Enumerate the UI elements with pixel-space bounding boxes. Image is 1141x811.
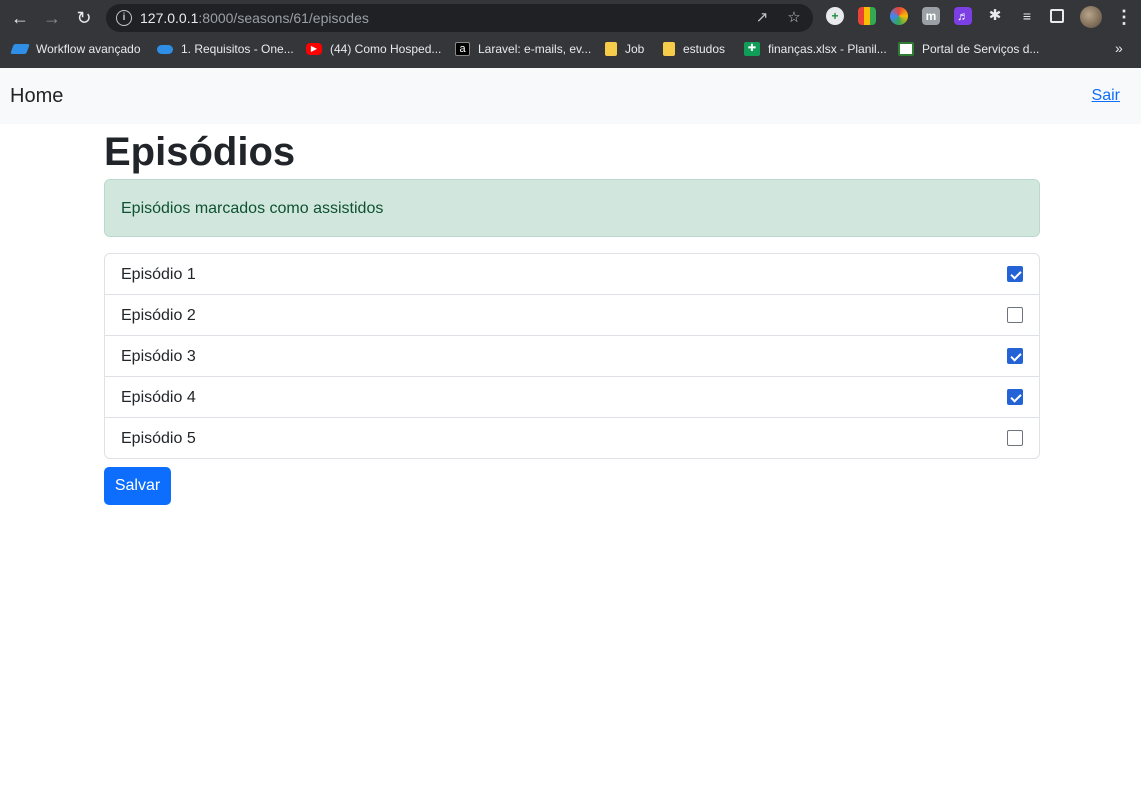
bookmark-favicon-icon bbox=[10, 44, 30, 54]
url-host: 127.0.0.1 bbox=[140, 10, 199, 26]
calendar-extension-icon[interactable] bbox=[858, 7, 876, 25]
navbar: Home Sair bbox=[0, 68, 1141, 124]
episode-label: Episódio 2 bbox=[121, 307, 196, 324]
onedrive-icon bbox=[157, 44, 173, 54]
episode-watched-checkbox[interactable] bbox=[1007, 389, 1023, 405]
m-extension-icon[interactable]: m bbox=[922, 7, 940, 25]
more-bookmarks-icon[interactable]: » bbox=[1115, 40, 1123, 56]
page-content: Home Sair Episódios Episódios marcados c… bbox=[0, 68, 1141, 811]
browser-chrome: ← → ↻ i 127.0.0.1:8000/seasons/61/episod… bbox=[0, 0, 1141, 68]
bookmark-item[interactable]: ✚ finanças.xlsx - Planil... bbox=[744, 40, 887, 58]
bookmark-label: Job bbox=[625, 42, 645, 56]
bookmark-star-icon[interactable]: ☆ bbox=[784, 8, 804, 28]
youtube-icon: ▶ bbox=[306, 43, 322, 55]
address-bar[interactable]: i 127.0.0.1:8000/seasons/61/episodes ↗ ☆ bbox=[106, 4, 813, 32]
site-info-icon[interactable]: i bbox=[116, 10, 132, 26]
episode-label: Episódio 3 bbox=[121, 348, 196, 365]
folder-icon bbox=[663, 42, 675, 56]
volume-extension-icon[interactable]: ♬ bbox=[954, 7, 972, 25]
color-picker-extension-icon[interactable] bbox=[890, 7, 908, 25]
bookmark-folder[interactable]: Job bbox=[605, 40, 644, 58]
save-button[interactable]: Salvar bbox=[104, 467, 171, 505]
laravel-favicon-icon: a bbox=[455, 42, 470, 56]
share-icon[interactable]: ↗ bbox=[752, 8, 772, 28]
list-item: Episódio 2 bbox=[105, 294, 1039, 335]
list-item: Episódio 3 bbox=[105, 335, 1039, 376]
extensions-puzzle-icon[interactable]: ✱ bbox=[986, 7, 1004, 25]
list-item: Episódio 5 bbox=[105, 417, 1039, 458]
bookmark-label: Portal de Serviços d... bbox=[922, 42, 1040, 56]
list-item: Episódio 4 bbox=[105, 376, 1039, 417]
url-text[interactable]: 127.0.0.1:8000/seasons/61/episodes bbox=[140, 10, 369, 26]
bookmark-label: Workflow avançado bbox=[36, 42, 141, 56]
bookmark-item[interactable]: ▶ (44) Como Hosped... bbox=[306, 40, 441, 58]
add-extension-icon[interactable]: + bbox=[826, 7, 844, 25]
url-path: :8000/seasons/61/episodes bbox=[198, 10, 369, 26]
episode-label: Episódio 4 bbox=[121, 389, 196, 406]
bookmark-item[interactable]: Workflow avançado bbox=[10, 40, 141, 58]
profile-avatar[interactable] bbox=[1080, 6, 1102, 28]
episode-label: Episódio 5 bbox=[121, 430, 196, 447]
episode-watched-checkbox[interactable] bbox=[1007, 307, 1023, 323]
reload-icon[interactable]: ↻ bbox=[72, 6, 96, 30]
bookmark-label: Laravel: e-mails, ev... bbox=[478, 42, 592, 56]
media-control-icon[interactable]: ≡ bbox=[1018, 7, 1036, 25]
sheets-icon: ✚ bbox=[744, 42, 760, 56]
list-item: Episódio 1 bbox=[105, 254, 1039, 294]
bookmark-label: (44) Como Hosped... bbox=[330, 42, 442, 56]
bookmark-folder[interactable]: estudos bbox=[663, 40, 725, 58]
bookmark-item[interactable]: Portal de Serviços d... bbox=[898, 40, 1039, 58]
logout-link[interactable]: Sair bbox=[1092, 87, 1120, 105]
bookmark-item[interactable]: 1. Requisitos - One... bbox=[157, 40, 294, 58]
folder-icon bbox=[605, 42, 617, 56]
back-icon[interactable]: ← bbox=[8, 6, 32, 30]
bookmark-label: estudos bbox=[683, 42, 726, 56]
success-alert: Episódios marcados como assistidos bbox=[104, 179, 1040, 237]
browser-menu-icon[interactable]: ⋮ bbox=[1115, 6, 1133, 30]
browser-toolbar: ← → ↻ i 127.0.0.1:8000/seasons/61/episod… bbox=[0, 0, 1141, 36]
episode-watched-checkbox[interactable] bbox=[1007, 348, 1023, 364]
bookmark-label: finanças.xlsx - Planil... bbox=[768, 42, 887, 56]
episode-watched-checkbox[interactable] bbox=[1007, 430, 1023, 446]
portal-favicon-icon bbox=[898, 42, 914, 56]
episode-list: Episódio 1 Episódio 2 Episódio 3 Episódi… bbox=[104, 253, 1040, 459]
side-panel-icon[interactable] bbox=[1050, 9, 1064, 23]
bookmark-label: 1. Requisitos - One... bbox=[181, 42, 294, 56]
forward-icon[interactable]: → bbox=[40, 6, 64, 30]
episode-label: Episódio 1 bbox=[121, 266, 196, 283]
bookmarks-bar: Workflow avançado 1. Requisitos - One...… bbox=[0, 36, 1141, 62]
navbar-brand-home[interactable]: Home bbox=[10, 85, 63, 108]
bookmark-item[interactable]: a Laravel: e-mails, ev... bbox=[455, 40, 591, 58]
episode-watched-checkbox[interactable] bbox=[1007, 266, 1023, 282]
page-title: Episódios bbox=[104, 130, 296, 174]
